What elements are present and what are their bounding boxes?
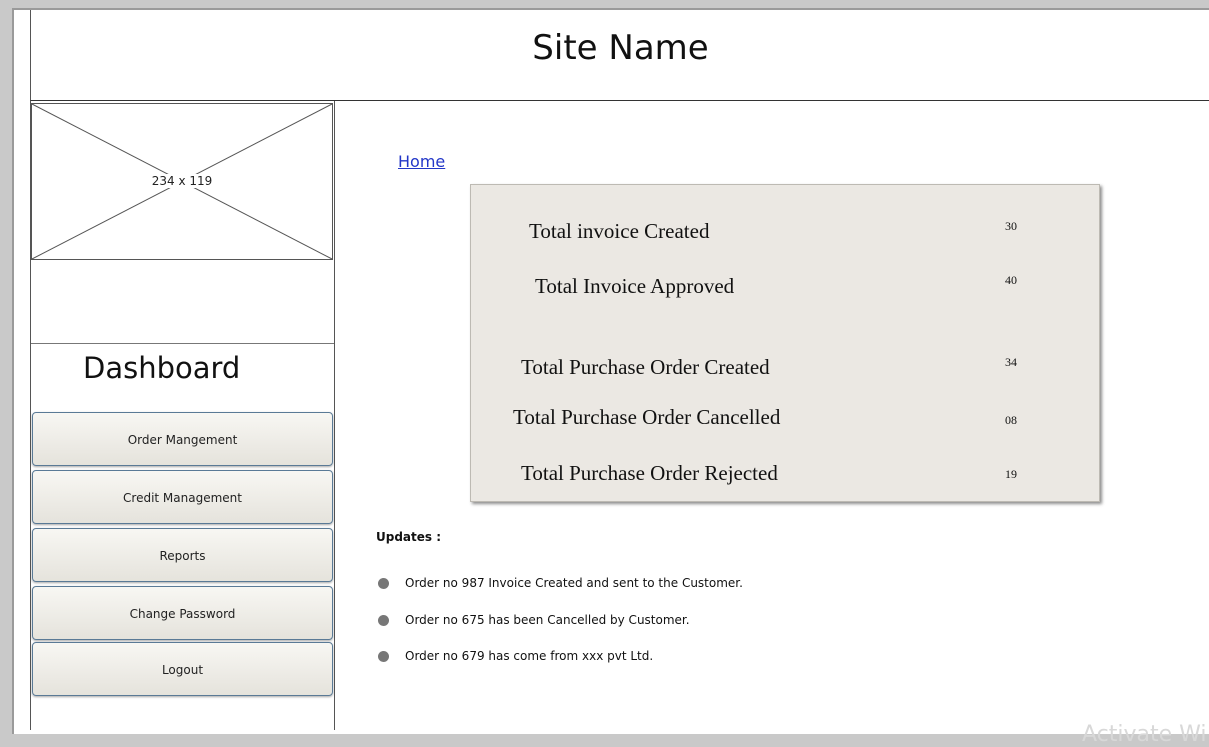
stats-panel: Total invoice Created 30 Total Invoice A… xyxy=(470,184,1100,502)
update-item: Order no 987 Invoice Created and sent to… xyxy=(378,576,743,590)
stat-value: 40 xyxy=(1005,273,1017,287)
updates-title: Updates : xyxy=(376,530,442,544)
update-text: Order no 987 Invoice Created and sent to… xyxy=(405,576,743,590)
stat-label: Total Purchase Order Created xyxy=(521,355,770,379)
logo-placeholder-image: 234 x 119 xyxy=(31,103,333,260)
sidebar: 234 x 119 Dashboard Order Mangement Cred… xyxy=(30,101,335,730)
stat-label: Total Purchase Order Rejected xyxy=(521,461,778,485)
stat-value: 34 xyxy=(1005,355,1017,369)
nav-credit-management-button[interactable]: Credit Management xyxy=(32,470,333,524)
stat-label: Total Invoice Approved xyxy=(535,274,735,298)
nav-reports-button[interactable]: Reports xyxy=(32,528,333,582)
breadcrumb-home-link[interactable]: Home xyxy=(398,152,445,171)
bullet-icon xyxy=(378,651,389,662)
stat-value: 08 xyxy=(1005,413,1017,427)
stat-label: Total invoice Created xyxy=(529,219,710,243)
stat-value: 30 xyxy=(1005,219,1017,233)
site-header: Site Name xyxy=(30,10,1209,101)
logo-placeholder-label: 234 x 119 xyxy=(149,174,215,188)
nav-order-management-button[interactable]: Order Mangement xyxy=(32,412,333,466)
update-text: Order no 679 has come from xxx pvt Ltd. xyxy=(405,649,654,663)
nav-change-password-button[interactable]: Change Password xyxy=(32,586,333,640)
site-name: Site Name xyxy=(532,28,709,68)
sidebar-divider xyxy=(31,343,334,344)
update-item: Order no 679 has come from xxx pvt Ltd. xyxy=(378,649,653,663)
update-text: Order no 675 has been Cancelled by Custo… xyxy=(405,613,690,627)
dashboard-title: Dashboard xyxy=(83,351,241,385)
bullet-icon xyxy=(378,578,389,589)
stat-value: 19 xyxy=(1005,467,1017,481)
activation-watermark: Activate Wi xyxy=(1082,722,1207,747)
bullet-icon xyxy=(378,615,389,626)
update-item: Order no 675 has been Cancelled by Custo… xyxy=(378,613,690,627)
stat-label: Total Purchase Order Cancelled xyxy=(513,405,781,429)
nav-logout-button[interactable]: Logout xyxy=(32,642,333,696)
